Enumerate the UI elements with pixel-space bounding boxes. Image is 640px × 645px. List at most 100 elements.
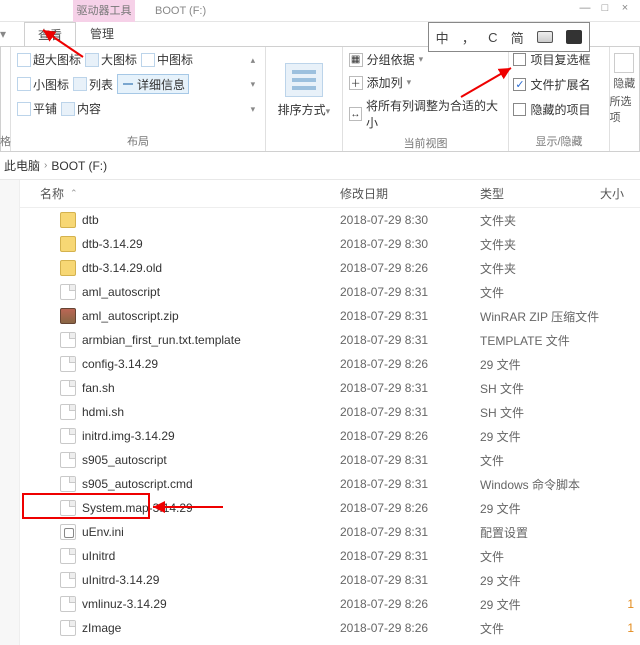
file-date: 2018-07-29 8:31 [340, 309, 480, 323]
group-by-icon: ▦ [349, 53, 363, 67]
view-extra-large-icons-button[interactable]: 超大图标 [17, 51, 81, 68]
file-size: 1 [600, 597, 640, 611]
file-date: 2018-07-29 8:31 [340, 573, 480, 587]
ime-punct-icon[interactable]: ， [462, 28, 475, 47]
column-header-size[interactable]: 大小 [600, 185, 640, 202]
table-row[interactable]: vmlinuz-3.14.292018-07-29 8:2629 文件1 [20, 592, 640, 616]
ribbon-group-sort: 排序方式▾ [266, 47, 343, 151]
column-headers[interactable]: 名称⌃ 修改日期 类型 大小 [20, 180, 640, 208]
file-date: 2018-07-29 8:30 [340, 213, 480, 227]
hide-selected-label-1: 隐藏 [613, 75, 635, 91]
close-button[interactable]: × [618, 2, 632, 14]
layout-scroll-up-icon[interactable]: ▴ [251, 56, 256, 64]
file-icon [60, 404, 76, 420]
file-type: 文件 [480, 620, 600, 637]
table-row[interactable]: dtb-3.14.292018-07-29 8:30文件夹 [20, 232, 640, 256]
table-row[interactable]: uInitrd2018-07-29 8:31文件 [20, 544, 640, 568]
view-small-icons-button[interactable]: 小图标 [17, 76, 69, 93]
table-row[interactable]: uInitrd-3.14.292018-07-29 8:3129 文件 [20, 568, 640, 592]
expand-ribbon-icon[interactable]: ▾ [0, 22, 24, 46]
file-name: s905_autoscript.cmd [82, 477, 193, 491]
ime-trad-simp-icon[interactable]: 简 [511, 28, 524, 47]
table-row[interactable]: config-3.14.292018-07-29 8:2629 文件 [20, 352, 640, 376]
contextual-tab-drive-tools[interactable]: 驱动器工具 [73, 0, 135, 22]
file-list: 名称⌃ 修改日期 类型 大小 dtb 2018-07-29 8:30文件夹 dtb-… [20, 180, 640, 645]
file-type: WinRAR ZIP 压缩文件 [480, 308, 600, 325]
file-date: 2018-07-29 8:26 [340, 357, 480, 371]
table-row[interactable]: initrd.img-3.14.292018-07-29 8:2629 文件 [20, 424, 640, 448]
ribbon-group-show-hide-label: 显示/隐藏 [509, 133, 608, 151]
column-header-type[interactable]: 类型 [480, 185, 600, 202]
folder-icon [60, 236, 76, 252]
file-name: aml_autoscript [82, 285, 160, 299]
file-date: 2018-07-29 8:31 [340, 405, 480, 419]
file-icon [60, 500, 76, 516]
file-pane: 名称⌃ 修改日期 类型 大小 dtb 2018-07-29 8:30文件夹 dtb-… [0, 180, 640, 645]
ini-icon [60, 524, 76, 540]
sort-by-button[interactable]: 排序方式▾ [278, 101, 331, 118]
breadcrumb[interactable]: 此电脑 › BOOT (F:) [0, 152, 640, 180]
fit-columns-icon: ↔ [349, 107, 362, 121]
file-date: 2018-07-29 8:26 [340, 597, 480, 611]
tab-view[interactable]: 查看 [24, 22, 76, 47]
group-by-button[interactable]: ▦分组依据 ▾ [349, 51, 503, 68]
table-row[interactable]: System.map-3.14.292018-07-29 8:2629 文件 [20, 496, 640, 520]
keyboard-icon[interactable] [537, 31, 553, 43]
ime-settings-icon[interactable] [566, 30, 582, 44]
table-row[interactable]: aml_autoscript.zip2018-07-29 8:31WinRAR … [20, 304, 640, 328]
layout-more-icon[interactable]: ▾ [251, 105, 256, 113]
view-large-icons-button[interactable]: 大图标 [85, 51, 137, 68]
table-row[interactable]: s905_autoscript.cmd2018-07-29 8:31Window… [20, 472, 640, 496]
ime-floating-bar[interactable]: 中 ， C 简 [428, 22, 590, 52]
view-details-button[interactable]: 详细信息 [117, 74, 189, 94]
ribbon-group-layout: 超大图标 大图标 中图标 ▴ 小图标 列表 详细信息 ▾ 平铺 内容 ▾ 布局 [11, 47, 266, 151]
sort-by-icon[interactable] [285, 63, 323, 97]
size-all-columns-button[interactable]: ↔将所有列调整为合适的大小 [349, 97, 503, 131]
hidden-items-toggle[interactable]: 隐藏的项目 [513, 101, 604, 118]
table-row[interactable]: dtb-3.14.29.old2018-07-29 8:26文件夹 [20, 256, 640, 280]
table-row[interactable]: uEnv.ini2018-07-29 8:31配置设置 [20, 520, 640, 544]
ribbon-group-current-view: ▦分组依据 ▾ ＋添加列 ▾ ↔将所有列调整为合适的大小 当前视图 [343, 47, 510, 151]
file-type: 文件 [480, 284, 600, 301]
ime-c-icon[interactable]: C [488, 30, 497, 45]
file-icon [60, 452, 76, 468]
file-date: 2018-07-29 8:31 [340, 285, 480, 299]
table-row[interactable]: zImage2018-07-29 8:26文件1 [20, 616, 640, 640]
hide-selected-label-2: 所选项 [610, 93, 639, 125]
table-row[interactable]: dtb 2018-07-29 8:30文件夹 [20, 208, 640, 232]
file-icon [60, 356, 76, 372]
add-columns-button[interactable]: ＋添加列 ▾ [349, 74, 503, 91]
add-column-icon: ＋ [349, 76, 363, 90]
zip-icon [60, 308, 76, 324]
item-checkboxes-toggle[interactable]: 项目复选框 [513, 51, 604, 68]
maximize-button[interactable]: □ [598, 2, 612, 14]
view-list-button[interactable]: 列表 [73, 76, 113, 93]
column-header-date[interactable]: 修改日期 [340, 185, 480, 202]
layout-scroll-down-icon[interactable]: ▾ [251, 80, 256, 88]
table-row[interactable]: hdmi.sh2018-07-29 8:31SH 文件 [20, 400, 640, 424]
breadcrumb-sep-icon: › [40, 160, 51, 171]
view-medium-icons-button[interactable]: 中图标 [141, 51, 193, 68]
tab-manage[interactable]: 管理 [76, 22, 128, 46]
file-date: 2018-07-29 8:26 [340, 429, 480, 443]
ime-mode-icon[interactable]: 中 [436, 28, 449, 47]
view-tiles-button[interactable]: 平铺 [17, 100, 57, 117]
table-row[interactable]: s905_autoscript2018-07-29 8:31文件 [20, 448, 640, 472]
breadcrumb-pc[interactable]: 此电脑 [4, 157, 40, 174]
minimize-button[interactable]: — [578, 2, 592, 14]
file-date: 2018-07-29 8:30 [340, 237, 480, 251]
table-row[interactable]: fan.sh2018-07-29 8:31SH 文件 [20, 376, 640, 400]
file-extensions-toggle[interactable]: ✓文件扩展名 [513, 76, 604, 93]
file-name: initrd.img-3.14.29 [82, 429, 175, 443]
file-date: 2018-07-29 8:31 [340, 477, 480, 491]
column-header-name[interactable]: 名称⌃ [20, 185, 340, 202]
file-name: dtb [82, 213, 99, 227]
table-row[interactable]: armbian_first_run.txt.template2018-07-29… [20, 328, 640, 352]
file-type: 文件夹 [480, 212, 600, 229]
file-type: 配置设置 [480, 524, 600, 541]
breadcrumb-drive[interactable]: BOOT (F:) [51, 159, 107, 173]
hide-selected-icon[interactable] [614, 53, 634, 73]
view-content-button[interactable]: 内容 [61, 100, 101, 117]
table-row[interactable]: aml_autoscript 2018-07-29 8:31文件 [20, 280, 640, 304]
file-size: 1 [600, 621, 640, 635]
